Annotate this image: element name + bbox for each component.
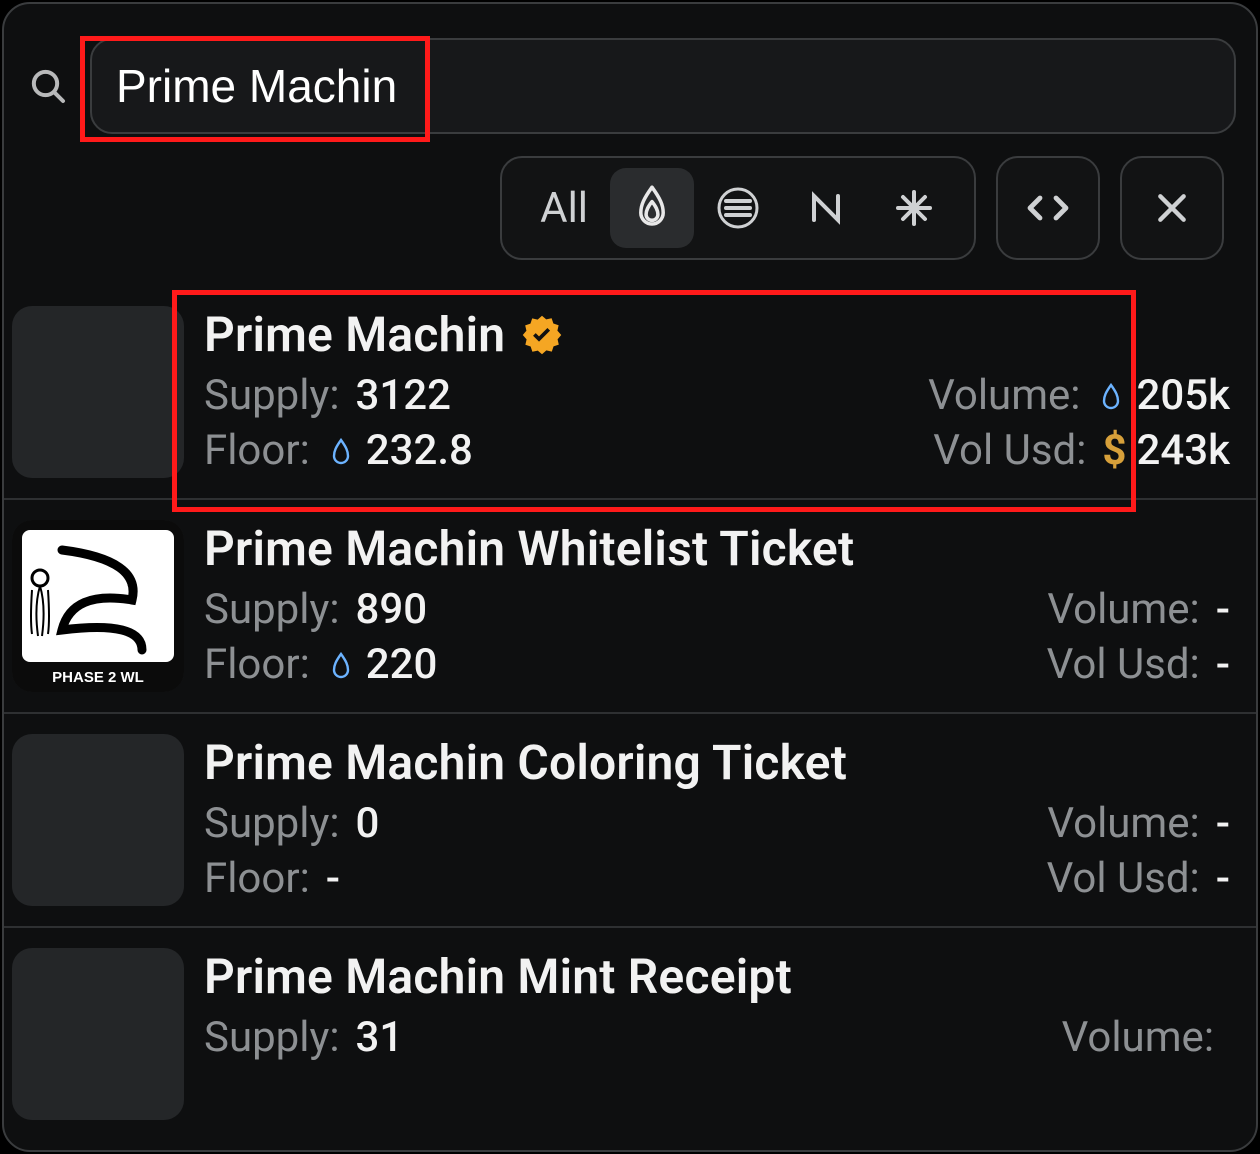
search-input[interactable] — [116, 59, 1210, 113]
stat-vol-usd: Vol Usd: $ 243k — [737, 426, 1230, 475]
result-thumbnail — [12, 306, 184, 478]
close-icon — [1152, 188, 1192, 228]
stat-floor: Floor: 232.8 — [204, 426, 697, 475]
near-icon — [804, 186, 848, 230]
result-thumbnail: PHASE 2 WL — [12, 520, 184, 692]
dollar-icon: $ — [1102, 426, 1126, 475]
filter-aptos[interactable] — [694, 168, 782, 248]
result-title: Prime Machin Coloring Ticket — [204, 734, 847, 791]
stat-supply: Supply: 0 — [204, 799, 697, 848]
search-row — [4, 4, 1256, 134]
sui-icon — [326, 640, 356, 689]
sui-icon — [632, 184, 672, 232]
search-icon — [24, 62, 72, 110]
stat-volume: Volume: 205k — [737, 371, 1230, 420]
svg-text:PHASE 2 WL: PHASE 2 WL — [52, 669, 144, 686]
stat-volume: Volume: - — [737, 799, 1230, 848]
filter-all[interactable]: All — [518, 168, 610, 248]
result-title: Prime Machin — [204, 306, 505, 363]
sui-icon — [326, 426, 356, 475]
result-thumbnail — [12, 948, 184, 1120]
close-button[interactable] — [1120, 156, 1224, 260]
result-body: Prime Machin Coloring Ticket Supply: 0 V… — [204, 734, 1230, 903]
code-icon — [1024, 184, 1072, 232]
result-item[interactable]: Prime Machin Coloring Ticket Supply: 0 V… — [4, 714, 1256, 928]
filter-row: All — [4, 134, 1256, 280]
chain-filter-group: All — [500, 156, 976, 260]
filter-other-chain[interactable] — [870, 168, 958, 248]
stat-floor: Floor: 220 — [204, 640, 697, 689]
sui-icon — [1096, 371, 1126, 420]
result-thumbnail — [12, 734, 184, 906]
search-dropdown-panel: All — [2, 2, 1258, 1152]
filter-all-label: All — [540, 184, 588, 233]
results-list: Prime Machin Supply: 3122 Volume: — [4, 286, 1256, 1140]
stat-floor: Floor: - — [204, 854, 697, 903]
filter-sui[interactable] — [610, 168, 694, 248]
result-body: Prime Machin Whitelist Ticket Supply: 89… — [204, 520, 1230, 689]
result-body: Prime Machin Supply: 3122 Volume: — [204, 306, 1230, 475]
aptos-icon — [716, 186, 760, 230]
stat-volume: Volume: — [737, 1013, 1230, 1062]
result-item[interactable]: Prime Machin Supply: 3122 Volume: — [4, 286, 1256, 500]
result-title: Prime Machin Mint Receipt — [204, 948, 792, 1005]
star-lines-icon — [892, 186, 936, 230]
result-item[interactable]: Prime Machin Mint Receipt Supply: 31 Vol… — [4, 928, 1256, 1140]
verified-icon — [521, 314, 563, 356]
stat-vol-usd: Vol Usd: - — [737, 854, 1230, 903]
code-button[interactable] — [996, 156, 1100, 260]
stat-supply: Supply: 890 — [204, 585, 697, 634]
result-title: Prime Machin Whitelist Ticket — [204, 520, 854, 577]
stat-supply: Supply: 31 — [204, 1013, 697, 1062]
search-field[interactable] — [90, 38, 1236, 134]
stat-volume: Volume: - — [737, 585, 1230, 634]
result-body: Prime Machin Mint Receipt Supply: 31 Vol… — [204, 948, 1230, 1062]
stat-supply: Supply: 3122 — [204, 371, 697, 420]
stat-vol-usd: Vol Usd: - — [737, 640, 1230, 689]
result-item[interactable]: PHASE 2 WL Prime Machin Whitelist Ticket… — [4, 500, 1256, 714]
filter-near[interactable] — [782, 168, 870, 248]
